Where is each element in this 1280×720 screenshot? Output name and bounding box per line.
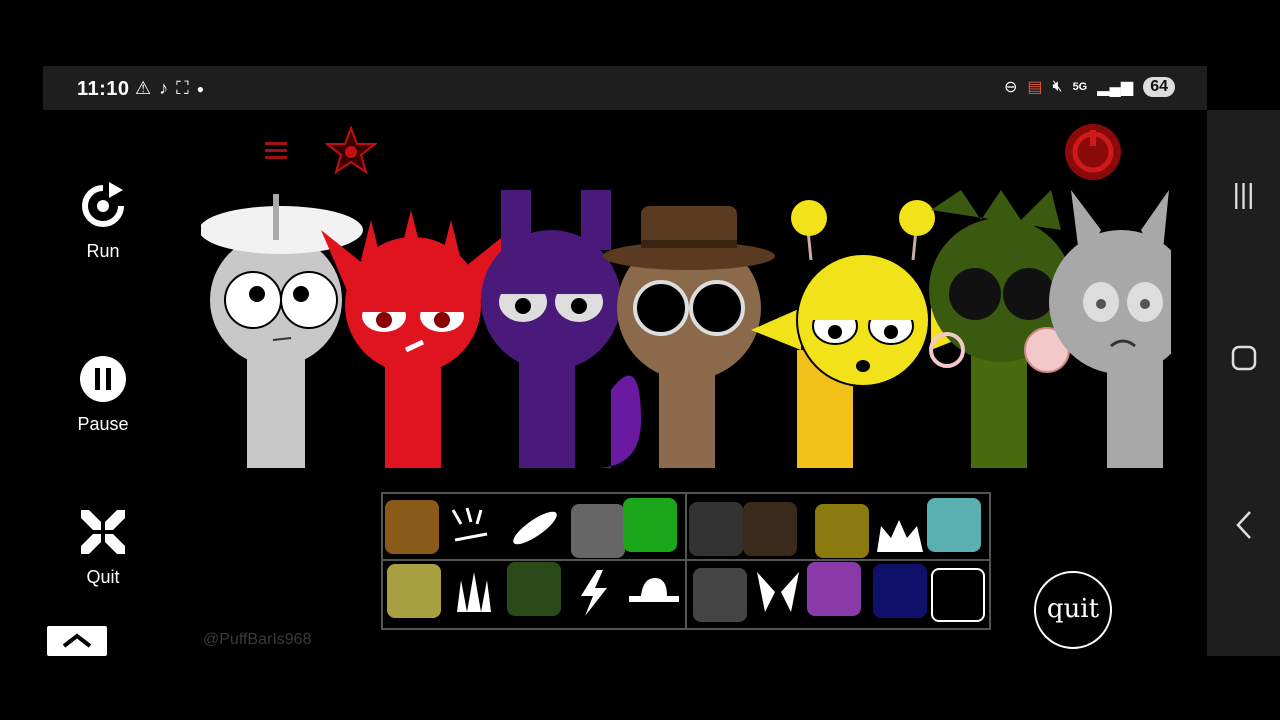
sound-slot-blade[interactable] bbox=[507, 500, 561, 554]
run-label: Run bbox=[86, 241, 120, 261]
sound-slot-phone[interactable] bbox=[815, 504, 869, 558]
sound-slot-top-hat[interactable] bbox=[931, 568, 985, 622]
sound-slot-lightning[interactable] bbox=[567, 566, 621, 620]
android-nav-bar: ||| bbox=[1207, 110, 1280, 656]
tiktok-icon: ♪ bbox=[159, 78, 169, 98]
sound-slot-missing-poster[interactable] bbox=[387, 564, 441, 618]
home-square-icon bbox=[1231, 345, 1256, 371]
pause-label: Pause bbox=[77, 414, 129, 434]
sound-slot-spikes[interactable] bbox=[447, 566, 501, 620]
shrink-icon bbox=[81, 510, 125, 554]
quit-label: Quit bbox=[86, 567, 120, 587]
star-icon[interactable] bbox=[325, 126, 377, 176]
sound-slot-sparks[interactable] bbox=[447, 500, 501, 554]
sound-slot-robot[interactable] bbox=[571, 504, 625, 558]
sound-selection-grid bbox=[381, 492, 991, 630]
character-silver[interactable] bbox=[1049, 190, 1171, 468]
pause-icon bbox=[80, 356, 126, 402]
recent-apps-icon[interactable]: ||| bbox=[1207, 178, 1280, 210]
sound-slot-green[interactable] bbox=[623, 498, 677, 552]
run-control[interactable]: Run bbox=[63, 182, 143, 262]
dot-icon: ● bbox=[196, 81, 204, 96]
status-notification-icons: ⚠ ♪ ⛶ ● bbox=[135, 78, 204, 99]
chevron-left-icon bbox=[1235, 511, 1251, 539]
quit-button[interactable]: quit bbox=[1034, 571, 1112, 649]
character-stage bbox=[201, 190, 1171, 469]
sound-slot-headphones[interactable] bbox=[385, 500, 439, 554]
character-red[interactable] bbox=[321, 210, 511, 468]
back-icon[interactable] bbox=[1207, 508, 1280, 549]
sound-slot-monitor[interactable] bbox=[693, 568, 747, 622]
warning-icon: ⚠ bbox=[135, 78, 152, 98]
mute-icon: 🔇︎ bbox=[1052, 78, 1063, 95]
sound-slot-teal-face[interactable] bbox=[927, 498, 981, 552]
sound-slot-dark-face[interactable] bbox=[689, 502, 743, 556]
sound-slot-wings[interactable] bbox=[751, 566, 805, 620]
battery-level: 64 bbox=[1150, 78, 1168, 95]
hamburger-icon[interactable] bbox=[263, 138, 289, 164]
game-area: Run Pause Quit @PuffBarIs968 quit bbox=[43, 110, 1207, 656]
battery-indicator: 64 bbox=[1143, 77, 1175, 97]
signal-icon: ▂▄▆ bbox=[1097, 79, 1134, 96]
status-system-icons: ⊖ ▤ 🔇︎ 5G ▂▄▆ 64 bbox=[1004, 77, 1175, 97]
sound-slot-blue-ring[interactable] bbox=[873, 564, 927, 618]
network-type: 5G bbox=[1072, 81, 1088, 93]
quit-control[interactable]: Quit bbox=[63, 508, 143, 588]
watermark: @PuffBarIs968 bbox=[203, 631, 312, 648]
character-green[interactable] bbox=[929, 190, 1073, 468]
collapse-button[interactable] bbox=[47, 626, 107, 656]
grid-divider-horizontal bbox=[383, 559, 989, 561]
status-bar: 11:10 ⚠ ♪ ⛶ ● ⊖ ▤ 🔇︎ 5G ▂▄▆ 64 bbox=[43, 66, 1207, 110]
status-time: 11:10 bbox=[77, 78, 130, 100]
pause-control[interactable]: Pause bbox=[63, 355, 143, 435]
sound-slot-cloud[interactable] bbox=[507, 562, 561, 616]
sound-slot-bow[interactable] bbox=[807, 562, 861, 616]
chevron-up-icon bbox=[62, 633, 92, 648]
dnd-icon: ⊖ bbox=[1003, 79, 1018, 96]
home-icon[interactable] bbox=[1207, 344, 1280, 379]
grid-divider-vertical bbox=[685, 494, 687, 628]
reload-icon bbox=[82, 182, 124, 227]
character-purple[interactable] bbox=[481, 190, 641, 469]
power-icon[interactable] bbox=[1063, 122, 1123, 182]
sound-slot-crown[interactable] bbox=[873, 504, 927, 558]
character-grey[interactable] bbox=[201, 194, 363, 468]
cast-icon: ▤ bbox=[1027, 79, 1043, 96]
sound-slot-card[interactable] bbox=[743, 502, 797, 556]
sound-slot-hat[interactable] bbox=[627, 566, 681, 620]
screenshot-icon: ⛶ bbox=[176, 78, 189, 98]
